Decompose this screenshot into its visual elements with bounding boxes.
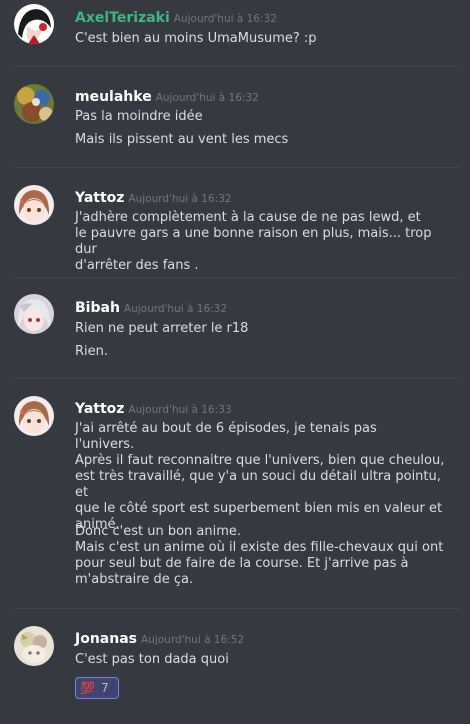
user-avatar-icon	[14, 84, 54, 124]
reaction-button[interactable]: 💯 7	[75, 677, 119, 699]
message-text: Mais ils pissent au vent les mecs	[75, 132, 289, 147]
avatar[interactable]	[14, 84, 54, 124]
message-text: J'ai arrêté au bout de 6 épisodes, je te…	[75, 421, 445, 532]
avatar[interactable]	[14, 626, 54, 666]
username[interactable]: AxelTerizaki	[75, 10, 170, 26]
message-divider	[14, 608, 460, 609]
user-avatar-icon	[14, 294, 54, 334]
message-text: Rien ne peut arreter le r18	[75, 321, 249, 336]
message-divider	[14, 167, 460, 168]
avatar[interactable]	[14, 185, 54, 225]
message-divider	[14, 378, 460, 379]
chat-message-list: AxelTerizaki Aujourd'hui à 16:32 C'est bi…	[0, 0, 470, 724]
user-avatar-icon	[14, 4, 54, 44]
reaction-count: 7	[100, 681, 109, 695]
avatar[interactable]	[14, 396, 54, 436]
timestamp: Aujourd'hui à 16:33	[128, 404, 232, 416]
hundred-points-icon: 💯	[80, 681, 95, 695]
username[interactable]: Bibah	[75, 300, 120, 316]
timestamp: Aujourd'hui à 16:32	[173, 13, 277, 25]
message-text: Pas la moindre idée	[75, 109, 203, 124]
username[interactable]: Jonanas	[75, 631, 137, 647]
avatar[interactable]	[14, 294, 54, 334]
timestamp: Aujourd'hui à 16:32	[128, 193, 232, 205]
username[interactable]: Yattoz	[75, 190, 124, 206]
timestamp: Aujourd'hui à 16:52	[141, 634, 245, 646]
timestamp: Aujourd'hui à 16:32	[123, 303, 228, 315]
message-text: Rien.	[75, 344, 109, 359]
message-text: J'adhère complètement à la cause de ne p…	[75, 210, 432, 273]
username[interactable]: meulahke	[75, 89, 152, 105]
message-text: Donc c'est un bon anime. Mais c'est un a…	[75, 524, 444, 587]
message-divider	[14, 277, 460, 278]
message-text: C'est pas ton dada quoi	[75, 652, 229, 667]
username[interactable]: Yattoz	[75, 401, 124, 417]
timestamp: Aujourd'hui à 16:32	[155, 92, 259, 104]
user-avatar-icon	[14, 396, 54, 436]
user-avatar-icon	[14, 185, 54, 225]
message-text: C'est bien au moins UmaMusume? :p	[75, 31, 317, 46]
avatar[interactable]	[14, 4, 54, 44]
user-avatar-icon	[14, 626, 54, 666]
message-divider	[14, 66, 460, 67]
